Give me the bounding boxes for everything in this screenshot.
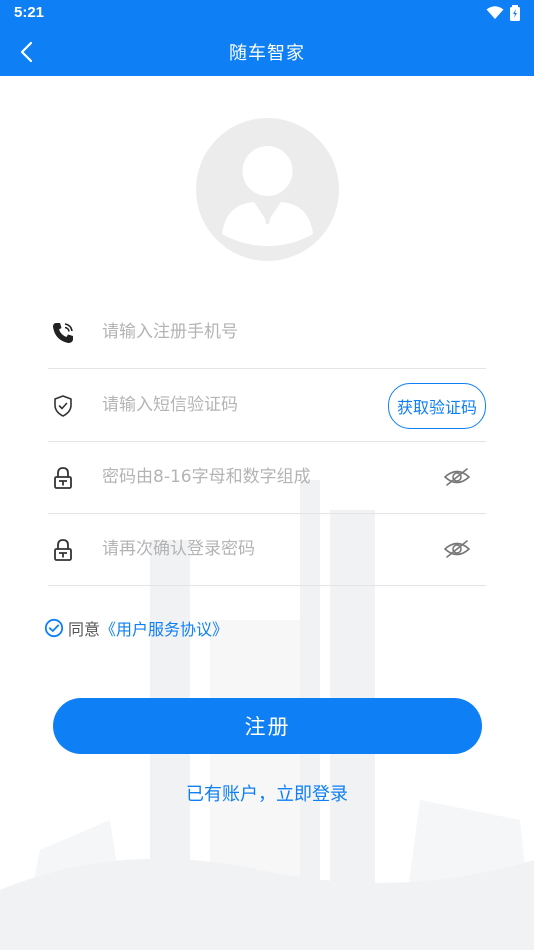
password-input[interactable] xyxy=(102,459,402,495)
password-visibility-toggle[interactable] xyxy=(442,463,472,491)
agreement-prefix: 同意 xyxy=(68,620,101,639)
page-title: 随车智家 xyxy=(229,43,305,64)
get-code-button[interactable]: 获取验证码 xyxy=(387,383,486,429)
phone-row xyxy=(48,296,486,369)
lock-icon xyxy=(50,465,76,491)
sms-code-row: 获取验证码 xyxy=(48,369,486,442)
lock-icon xyxy=(50,537,76,563)
status-icons xyxy=(486,5,520,21)
phone-icon xyxy=(50,320,76,346)
shield-icon xyxy=(50,393,76,419)
status-bar: 5:21 xyxy=(0,0,534,28)
register-button[interactable]: 注册 xyxy=(53,698,482,754)
agreement: 同意 《用户服务协议》 xyxy=(44,616,228,640)
confirm-password-row xyxy=(48,513,486,586)
wifi-icon xyxy=(486,6,504,19)
login-link[interactable]: 已有账户，立即登录 xyxy=(0,780,534,806)
confirm-password-visibility-toggle[interactable] xyxy=(442,535,472,563)
phone-input[interactable] xyxy=(102,314,402,350)
user-avatar-icon xyxy=(196,118,339,261)
eye-hidden-icon xyxy=(443,468,471,486)
password-row xyxy=(48,441,486,514)
battery-icon xyxy=(510,5,520,21)
agreement-checkbox[interactable] xyxy=(44,618,64,638)
eye-hidden-icon xyxy=(443,540,471,558)
confirm-password-input[interactable] xyxy=(102,531,402,567)
sms-code-input[interactable] xyxy=(102,387,372,423)
user-agreement-link[interactable]: 《用户服务协议》 xyxy=(100,616,228,640)
status-time: 5:21 xyxy=(14,4,45,21)
app-header: 随车智家 xyxy=(0,28,534,76)
